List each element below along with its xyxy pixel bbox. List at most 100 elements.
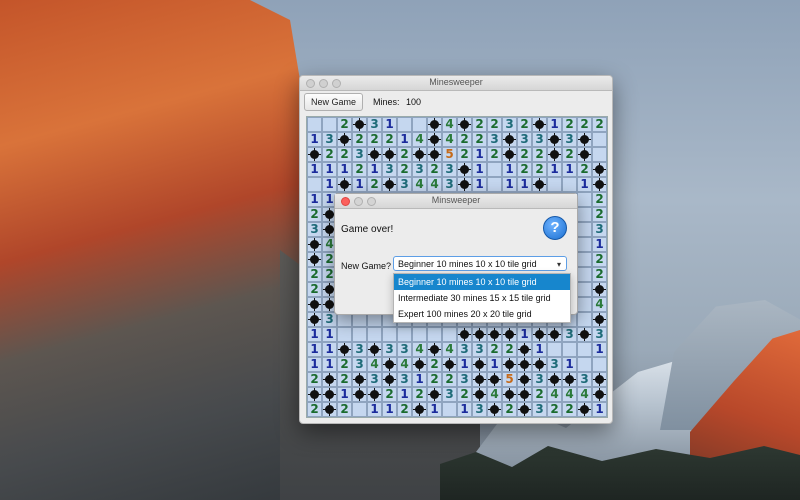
board-cell[interactable] — [307, 177, 322, 192]
board-cell[interactable] — [487, 162, 502, 177]
board-cell[interactable]: 1 — [412, 372, 427, 387]
board-cell[interactable]: 1 — [472, 147, 487, 162]
board-cell[interactable]: 1 — [382, 402, 397, 417]
board-cell[interactable]: 2 — [427, 372, 442, 387]
board-cell[interactable]: 1 — [562, 357, 577, 372]
board-cell[interactable] — [352, 327, 367, 342]
mine-cell[interactable] — [592, 162, 607, 177]
board-cell[interactable]: 1 — [457, 357, 472, 372]
mine-cell[interactable] — [337, 132, 352, 147]
board-cell[interactable]: 3 — [352, 147, 367, 162]
board-cell[interactable]: 3 — [532, 402, 547, 417]
board-cell[interactable]: 3 — [442, 387, 457, 402]
mine-cell[interactable] — [307, 147, 322, 162]
board-cell[interactable]: 3 — [442, 162, 457, 177]
board-cell[interactable]: 5 — [502, 372, 517, 387]
board-cell[interactable]: 2 — [562, 402, 577, 417]
board-cell[interactable] — [577, 237, 592, 252]
mine-cell[interactable] — [547, 327, 562, 342]
board-cell[interactable]: 1 — [322, 177, 337, 192]
board-cell[interactable]: 2 — [487, 117, 502, 132]
main-titlebar[interactable]: Minesweeper — [300, 76, 612, 91]
board-cell[interactable]: 4 — [412, 177, 427, 192]
board-cell[interactable]: 2 — [472, 117, 487, 132]
board-cell[interactable]: 1 — [547, 117, 562, 132]
dialog-titlebar[interactable]: Minsweeper — [335, 194, 577, 209]
mine-cell[interactable] — [502, 147, 517, 162]
board-cell[interactable] — [577, 222, 592, 237]
mine-cell[interactable] — [337, 342, 352, 357]
board-cell[interactable]: 2 — [352, 162, 367, 177]
board-cell[interactable] — [442, 327, 457, 342]
option-expert[interactable]: Expert 100 mines 20 x 20 tile grid — [394, 306, 570, 322]
mine-cell[interactable] — [382, 372, 397, 387]
mine-cell[interactable] — [457, 117, 472, 132]
mine-cell[interactable] — [457, 162, 472, 177]
mine-cell[interactable] — [592, 177, 607, 192]
board-cell[interactable]: 1 — [562, 162, 577, 177]
mine-cell[interactable] — [517, 387, 532, 402]
board-cell[interactable] — [352, 402, 367, 417]
board-cell[interactable] — [322, 117, 337, 132]
board-cell[interactable]: 3 — [457, 372, 472, 387]
mine-cell[interactable] — [382, 357, 397, 372]
board-cell[interactable]: 1 — [427, 402, 442, 417]
new-game-button[interactable]: New Game — [304, 93, 364, 111]
board-cell[interactable]: 3 — [547, 357, 562, 372]
mine-cell[interactable] — [307, 312, 322, 327]
mine-cell[interactable] — [427, 387, 442, 402]
board-cell[interactable]: 2 — [427, 162, 442, 177]
board-cell[interactable]: 2 — [307, 372, 322, 387]
board-cell[interactable]: 1 — [307, 192, 322, 207]
mine-cell[interactable] — [472, 372, 487, 387]
board-cell[interactable]: 2 — [457, 387, 472, 402]
mine-cell[interactable] — [547, 372, 562, 387]
board-cell[interactable]: 4 — [547, 387, 562, 402]
mine-cell[interactable] — [517, 402, 532, 417]
mine-cell[interactable] — [412, 147, 427, 162]
board-cell[interactable]: 3 — [562, 132, 577, 147]
mine-cell[interactable] — [472, 357, 487, 372]
board-cell[interactable]: 1 — [517, 177, 532, 192]
board-cell[interactable]: 2 — [412, 387, 427, 402]
board-cell[interactable]: 3 — [562, 327, 577, 342]
board-cell[interactable]: 3 — [457, 342, 472, 357]
board-cell[interactable]: 4 — [367, 357, 382, 372]
mine-cell[interactable] — [547, 147, 562, 162]
board-cell[interactable] — [412, 327, 427, 342]
board-cell[interactable]: 3 — [352, 357, 367, 372]
board-cell[interactable]: 2 — [427, 357, 442, 372]
board-cell[interactable]: 2 — [517, 147, 532, 162]
board-cell[interactable]: 3 — [352, 342, 367, 357]
board-cell[interactable]: 1 — [307, 357, 322, 372]
board-cell[interactable]: 1 — [337, 162, 352, 177]
mine-cell[interactable] — [577, 147, 592, 162]
board-cell[interactable]: 1 — [352, 177, 367, 192]
board-cell[interactable]: 2 — [562, 117, 577, 132]
board-cell[interactable]: 1 — [307, 162, 322, 177]
board-cell[interactable] — [577, 207, 592, 222]
board-cell[interactable]: 2 — [577, 117, 592, 132]
board-cell[interactable]: 2 — [532, 387, 547, 402]
mine-cell[interactable] — [517, 342, 532, 357]
board-cell[interactable]: 3 — [592, 222, 607, 237]
board-cell[interactable]: 4 — [412, 132, 427, 147]
board-cell[interactable]: 3 — [532, 132, 547, 147]
board-cell[interactable]: 2 — [367, 132, 382, 147]
board-cell[interactable] — [337, 327, 352, 342]
board-cell[interactable] — [592, 357, 607, 372]
mine-cell[interactable] — [472, 387, 487, 402]
board-cell[interactable]: 2 — [397, 162, 412, 177]
board-cell[interactable]: 1 — [457, 402, 472, 417]
board-cell[interactable]: 1 — [502, 177, 517, 192]
board-cell[interactable] — [382, 327, 397, 342]
board-cell[interactable]: 2 — [307, 267, 322, 282]
board-cell[interactable]: 1 — [517, 327, 532, 342]
board-cell[interactable]: 2 — [337, 402, 352, 417]
board-cell[interactable]: 1 — [322, 327, 337, 342]
board-cell[interactable]: 2 — [502, 402, 517, 417]
board-cell[interactable]: 4 — [442, 132, 457, 147]
board-cell[interactable] — [577, 267, 592, 282]
board-cell[interactable] — [397, 117, 412, 132]
mine-cell[interactable] — [427, 342, 442, 357]
